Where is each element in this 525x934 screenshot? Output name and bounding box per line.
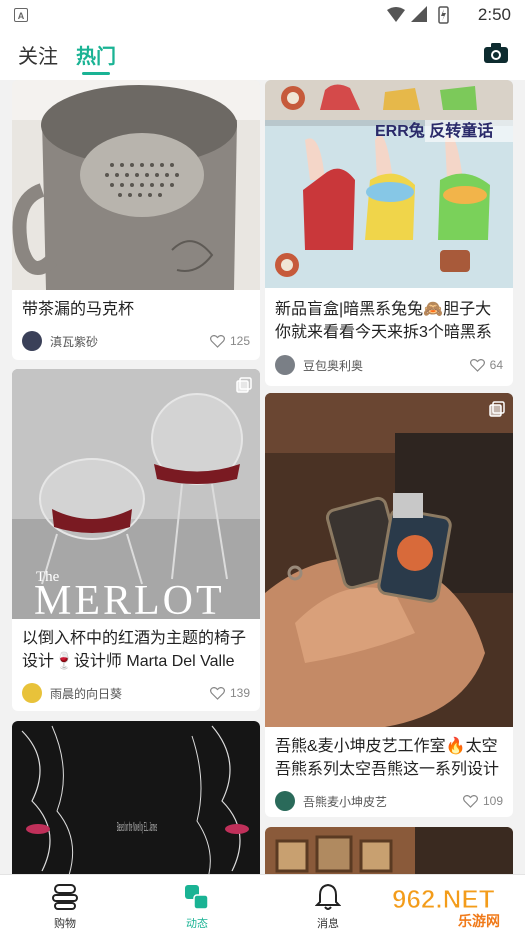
card-title: 新品盲盒|暗黑系兔兔🙈胆子大你就来看看今天来拆3个暗黑系 [275, 301, 492, 341]
nav-feed-label: 动态 [186, 918, 208, 930]
avatar [22, 683, 42, 703]
camera-icon[interactable] [483, 42, 509, 64]
heart-icon [469, 358, 485, 372]
like-button[interactable]: 64 [469, 354, 503, 376]
author-name: 雨晨的向日葵 [50, 686, 123, 701]
feed-card[interactable]: The MERLOT 以倒入杯中的红酒为主题的椅子设计🍷设计师 Marta De… [12, 369, 260, 711]
nav-shopping-label: 购物 [54, 918, 76, 930]
watermark-text: 962.NET [392, 884, 495, 914]
card-image-leather-lighter [265, 393, 513, 727]
like-button[interactable]: 139 [209, 682, 250, 704]
feed-card[interactable]: Based on the Novel by E.L. James [12, 721, 260, 874]
nav-messages-label: 消息 [317, 918, 339, 930]
feed-card[interactable] [265, 827, 513, 874]
status-bar: A 2:50 [0, 0, 525, 30]
card-author[interactable]: 雨晨的向日葵 [22, 682, 122, 704]
wifi-signal-battery-icon [387, 6, 449, 24]
card-author[interactable]: 豆包奥利奥 [275, 354, 363, 376]
author-name: 吾熊麦小坤皮艺 [303, 794, 388, 809]
author-name: 豆包奥利奥 [303, 358, 364, 373]
status-time: 2:50 [477, 5, 511, 24]
card-author[interactable]: 吾熊麦小坤皮艺 [275, 790, 387, 812]
card-image-interior [265, 827, 513, 874]
like-count: 125 [229, 334, 250, 348]
card-image-book-cover: Based on the Novel by E.L. James [12, 721, 260, 874]
image-caption: Based on the Novel by E.L. James [117, 819, 157, 834]
tab-follow[interactable]: 关注 [18, 40, 58, 69]
nav-feed[interactable]: 动态 [147, 875, 247, 934]
card-image-wine-chair: The MERLOT [12, 369, 260, 619]
active-tab-indicator [82, 72, 110, 75]
feed-card[interactable]: 带茶漏的马克杯 滇瓦紫砂 125 [12, 80, 260, 360]
watermark-logo: 962.NET 乐游网 [392, 884, 501, 930]
image-caption-big: MERLOT [34, 578, 225, 619]
watermark-subtext: 乐游网 [458, 913, 500, 929]
tab-hot[interactable]: 热门 [76, 40, 116, 69]
app-notification-icon: A [14, 8, 28, 22]
image-caption: ERR兔 反转童话 [375, 121, 493, 140]
feed-card[interactable]: ERR兔 反转童话 新品盲盒|暗黑系兔兔🙈胆子大你就来看看今天来拆3个暗黑系 豆… [265, 80, 513, 386]
top-header: 关注 热门 [0, 30, 525, 80]
like-button[interactable]: 125 [209, 330, 250, 352]
avatar [275, 791, 295, 811]
status-icons [385, 5, 455, 25]
heart-icon [462, 794, 478, 808]
card-image-mug [12, 80, 260, 290]
feed-card[interactable]: 吾熊&麦小坤皮艺工作室🔥太空吾熊系列太空吾熊这一系列设计 吾熊麦小坤皮艺 109 [265, 393, 513, 817]
heart-icon [209, 686, 225, 700]
avatar [275, 355, 295, 375]
like-count: 109 [482, 794, 503, 808]
multi-image-icon [489, 401, 505, 417]
multi-image-icon [236, 377, 252, 393]
avatar [22, 331, 42, 351]
author-name: 滇瓦紫砂 [50, 334, 99, 349]
like-count: 139 [229, 686, 250, 700]
nav-shopping[interactable]: 购物 [15, 875, 115, 934]
nav-messages[interactable]: 消息 [278, 875, 378, 934]
feed-icon [185, 885, 209, 910]
bell-icon [315, 883, 341, 910]
card-author[interactable]: 滇瓦紫砂 [22, 330, 98, 352]
card-title: 吾熊&麦小坤皮艺工作室🔥太空吾熊系列太空吾熊这一系列设计 [275, 738, 500, 778]
card-title: 以倒入杯中的红酒为主题的椅子设计🍷设计师 Marta Del Valle [22, 630, 247, 670]
shopping-icon [52, 884, 78, 910]
like-button[interactable]: 109 [462, 790, 503, 812]
card-image-toys: ERR兔 反转童话 [265, 80, 513, 288]
feed[interactable]: 带茶漏的马克杯 滇瓦紫砂 125 ERR兔 反转童话 新品盲盒|暗黑系兔兔🙈胆子… [0, 80, 525, 874]
like-count: 64 [489, 358, 503, 372]
heart-icon [209, 334, 225, 348]
card-title: 带茶漏的马克杯 [22, 301, 135, 318]
